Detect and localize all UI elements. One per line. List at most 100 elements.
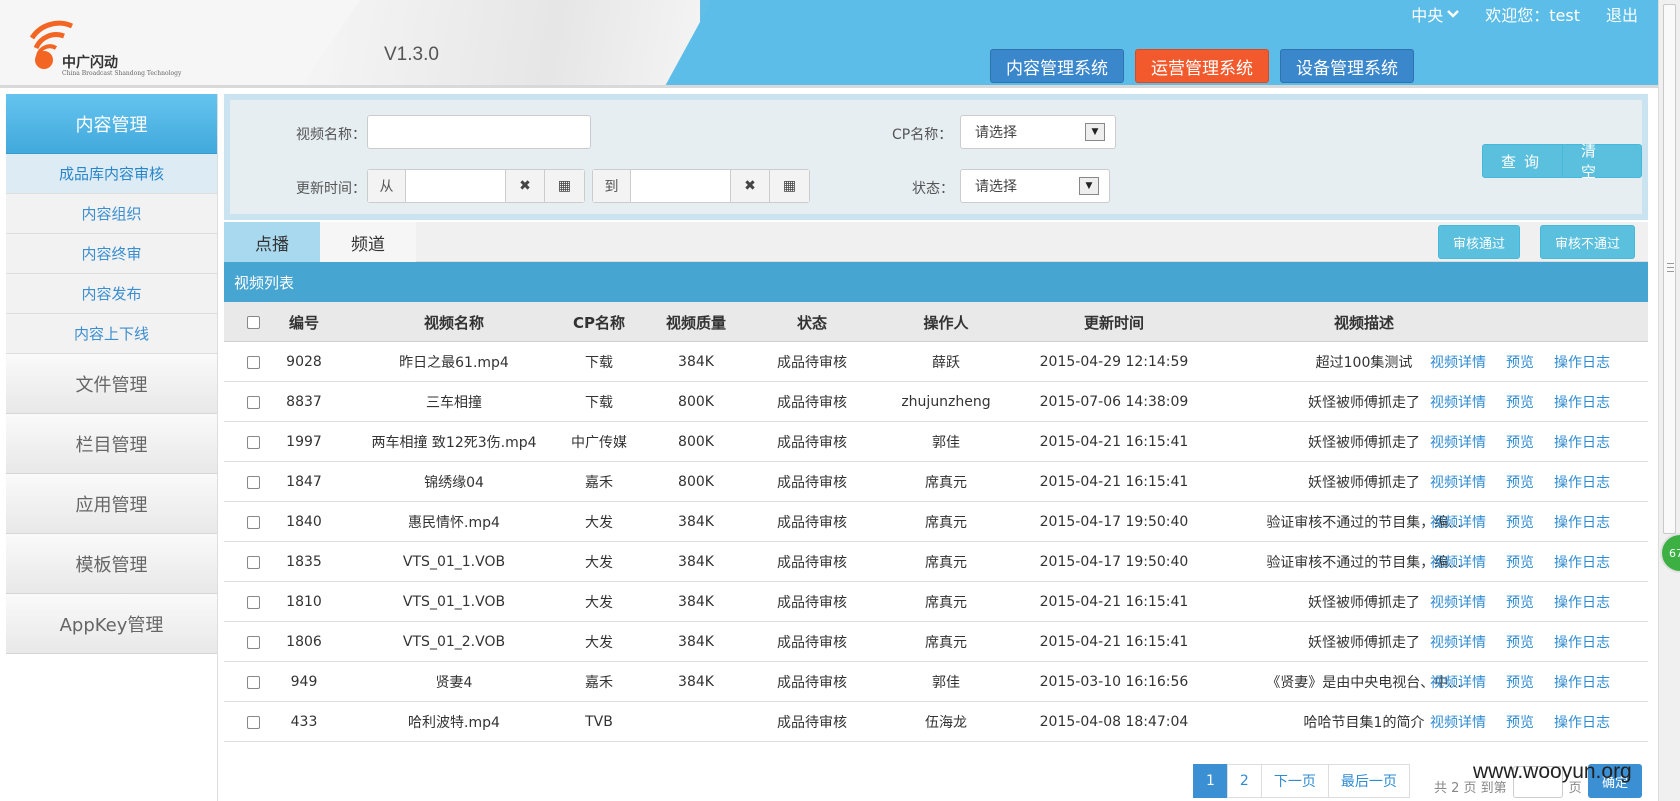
- video-name-input[interactable]: [367, 115, 591, 149]
- row-actions: 视频详情 预览 操作日志: [1430, 382, 1640, 422]
- cell-status: 成品待审核: [777, 675, 847, 691]
- cell-quality: 800K: [678, 434, 714, 450]
- sidebar-item-product-review[interactable]: 成品库内容审核: [6, 154, 217, 194]
- date-from-input[interactable]: [406, 170, 506, 202]
- row-actions: 视频详情 预览 操作日志: [1430, 582, 1640, 622]
- operation-log-link[interactable]: 操作日志: [1554, 392, 1610, 412]
- operation-log-link[interactable]: 操作日志: [1554, 512, 1610, 532]
- sidebar-item-final-review[interactable]: 内容终审: [6, 234, 217, 274]
- col-desc: 视频描述: [1333, 313, 1394, 332]
- query-button[interactable]: 查询: [1482, 144, 1567, 178]
- cell-video-name: 惠民情怀.mp4: [408, 515, 500, 531]
- video-detail-link[interactable]: 视频详情: [1430, 472, 1486, 492]
- cp-select[interactable]: 请选择 ▼: [960, 115, 1116, 149]
- video-detail-link[interactable]: 视频详情: [1430, 512, 1486, 532]
- row-checkbox[interactable]: [247, 436, 260, 449]
- row-checkbox[interactable]: [247, 636, 260, 649]
- preview-link[interactable]: 预览: [1506, 352, 1534, 372]
- preview-link[interactable]: 预览: [1506, 592, 1534, 612]
- region-select[interactable]: 中央: [1411, 2, 1460, 26]
- operation-log-link[interactable]: 操作日志: [1554, 592, 1610, 612]
- row-checkbox[interactable]: [247, 476, 260, 489]
- clear-date-icon[interactable]: ✖: [731, 170, 770, 202]
- operation-log-link[interactable]: 操作日志: [1554, 432, 1610, 452]
- preview-link[interactable]: 预览: [1506, 712, 1534, 732]
- operation-log-link[interactable]: 操作日志: [1554, 472, 1610, 492]
- status-label: 状态：: [912, 181, 954, 197]
- content-system-button[interactable]: 内容管理系统: [990, 49, 1124, 83]
- sidebar-item-appkey[interactable]: AppKey管理: [6, 594, 217, 654]
- sidebar-item-publish[interactable]: 内容发布: [6, 274, 217, 314]
- operation-log-link[interactable]: 操作日志: [1554, 352, 1610, 372]
- reject-button[interactable]: 审核不通过: [1540, 225, 1636, 259]
- operation-log-link[interactable]: 操作日志: [1554, 632, 1610, 652]
- row-checkbox[interactable]: [247, 556, 260, 569]
- tab-vod[interactable]: 点播: [224, 222, 320, 262]
- video-detail-link[interactable]: 视频详情: [1430, 432, 1486, 452]
- sidebar-item-online-offline[interactable]: 内容上下线: [6, 314, 217, 354]
- cell-cp-name: 嘉禾: [585, 675, 613, 691]
- video-detail-link[interactable]: 视频详情: [1430, 352, 1486, 372]
- row-checkbox[interactable]: [247, 516, 260, 529]
- operation-system-button[interactable]: 运营管理系统: [1135, 49, 1269, 83]
- video-detail-link[interactable]: 视频详情: [1430, 552, 1486, 572]
- clear-date-icon[interactable]: ✖: [506, 170, 545, 202]
- row-checkbox[interactable]: [247, 596, 260, 609]
- sidebar-item-organize[interactable]: 内容组织: [6, 194, 217, 234]
- cell-video-name: 三车相撞: [426, 395, 482, 411]
- next-page-button[interactable]: 下一页: [1260, 764, 1329, 798]
- page-2-button[interactable]: 2: [1226, 764, 1262, 798]
- sidebar-item-columns[interactable]: 栏目管理: [6, 414, 217, 474]
- preview-link[interactable]: 预览: [1506, 512, 1534, 532]
- cell-video-name: 锦绣缘04: [424, 475, 484, 491]
- logout-link[interactable]: 退出: [1606, 2, 1638, 26]
- row-checkbox[interactable]: [247, 396, 260, 409]
- last-page-button[interactable]: 最后一页: [1327, 764, 1410, 798]
- page-scrollbar[interactable]: [1658, 0, 1680, 801]
- video-detail-link[interactable]: 视频详情: [1430, 672, 1486, 692]
- operation-log-link[interactable]: 操作日志: [1554, 712, 1610, 732]
- date-to-input[interactable]: [631, 170, 731, 202]
- table-row: 1806 VTS_01_2.VOB 大发 384K 成品待审核 席真元 2015-04-21…: [224, 622, 1648, 662]
- sidebar-title[interactable]: 内容管理: [6, 94, 217, 154]
- cell-id: 8837: [286, 394, 322, 410]
- video-detail-link[interactable]: 视频详情: [1430, 592, 1486, 612]
- row-checkbox[interactable]: [247, 676, 260, 689]
- page-1-button[interactable]: 1: [1193, 764, 1228, 798]
- video-detail-link[interactable]: 视频详情: [1430, 392, 1486, 412]
- sidebar-item-files[interactable]: 文件管理: [6, 354, 217, 414]
- calendar-icon[interactable]: ▦: [545, 170, 584, 202]
- select-all-checkbox[interactable]: [247, 316, 260, 329]
- operation-log-link[interactable]: 操作日志: [1554, 672, 1610, 692]
- calendar-icon[interactable]: ▦: [770, 170, 809, 202]
- table-row: 8837 三车相撞 下载 800K 成品待审核 zhujunzheng 2015-07-06…: [224, 382, 1648, 422]
- video-detail-link[interactable]: 视频详情: [1430, 712, 1486, 732]
- cp-select-value: 请选择: [975, 125, 1017, 141]
- operation-log-link[interactable]: 操作日志: [1554, 552, 1610, 572]
- cell-video-name: 昨日之最61.mp4: [399, 355, 509, 371]
- watermark: www.wooyun.org: [1473, 760, 1632, 783]
- preview-link[interactable]: 预览: [1506, 552, 1534, 572]
- search-panel: 视频名称： CP名称： 请选择 ▼ 更新时间： 从 ✖ ▦ 到 ✖ ▦ 状态： …: [224, 94, 1648, 220]
- device-system-button[interactable]: 设备管理系统: [1280, 49, 1414, 83]
- preview-link[interactable]: 预览: [1506, 672, 1534, 692]
- sidebar: 内容管理 成品库内容审核 内容组织 内容终审 内容发布 内容上下线 文件管理 栏…: [6, 94, 218, 801]
- scrollbar-thumb[interactable]: [1663, 4, 1676, 534]
- status-select[interactable]: 请选择 ▼: [960, 169, 1110, 203]
- clear-button[interactable]: 清空: [1562, 142, 1642, 181]
- table-row: 1840 惠民情怀.mp4 大发 384K 成品待审核 席真元 2015-04-17 19:…: [224, 502, 1648, 542]
- sidebar-item-apps[interactable]: 应用管理: [6, 474, 217, 534]
- row-checkbox[interactable]: [247, 356, 260, 369]
- approve-button[interactable]: 审核通过: [1438, 225, 1521, 259]
- row-checkbox[interactable]: [247, 716, 260, 729]
- preview-link[interactable]: 预览: [1506, 392, 1534, 412]
- preview-link[interactable]: 预览: [1506, 632, 1534, 652]
- sidebar-item-templates[interactable]: 模板管理: [6, 534, 217, 594]
- table-row: 433 哈利波特.mp4 TVB 成品待审核 伍海龙 2015-04-08 18:47:0…: [224, 702, 1648, 742]
- row-actions: 视频详情 预览 操作日志: [1430, 622, 1640, 662]
- video-detail-link[interactable]: 视频详情: [1430, 632, 1486, 652]
- preview-link[interactable]: 预览: [1506, 472, 1534, 492]
- tab-channel[interactable]: 频道: [320, 222, 416, 262]
- cell-id: 1840: [286, 514, 322, 530]
- preview-link[interactable]: 预览: [1506, 432, 1534, 452]
